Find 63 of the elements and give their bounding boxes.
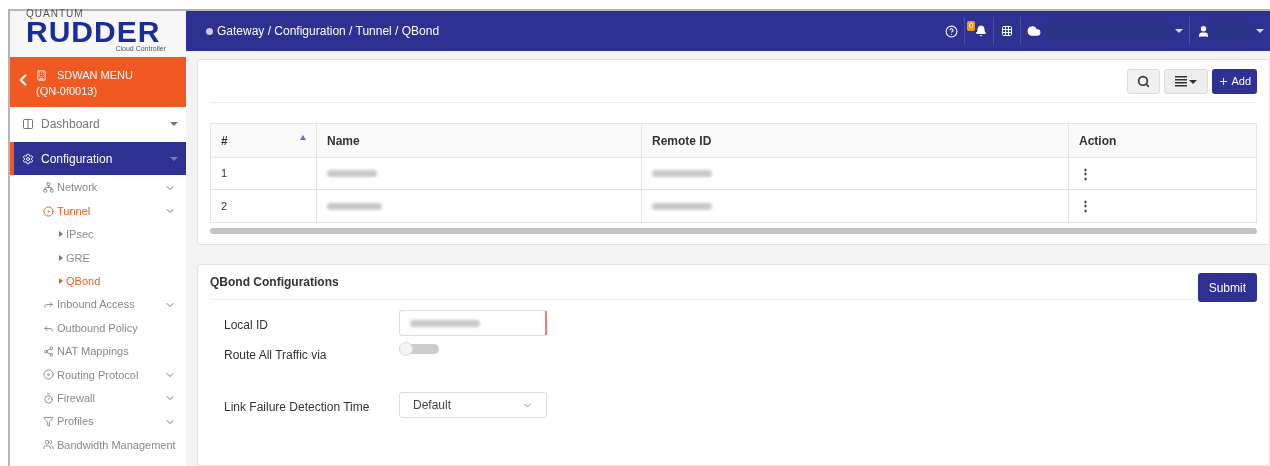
triangle-icon	[59, 254, 63, 261]
search-button[interactable]	[1127, 69, 1161, 94]
column-header[interactable]: Action	[1069, 124, 1256, 157]
submenu-item[interactable]: NAT Mappings	[10, 339, 186, 364]
device-id: (QN-0f0013)	[36, 84, 99, 99]
toggle-switch[interactable]	[399, 344, 439, 354]
table-cell: 1	[211, 158, 317, 189]
redacted-text	[327, 170, 377, 177]
caret-icon	[170, 122, 178, 126]
redacted-text	[410, 319, 480, 327]
submit-button[interactable]: Submit	[1197, 273, 1257, 302]
column-header[interactable]: #	[211, 124, 317, 157]
caret-icon	[170, 156, 178, 161]
more-options-button[interactable]: ⋮	[1079, 163, 1092, 184]
field-label: Route All Traffic via	[224, 347, 328, 364]
user-icon[interactable]	[1197, 24, 1210, 38]
help-icon[interactable]	[945, 24, 958, 38]
more-options-button[interactable]: ⋮	[1079, 196, 1092, 216]
redacted-text	[327, 202, 382, 210]
notification-badge: 0	[967, 21, 976, 31]
columns-menu-button[interactable]	[1164, 69, 1209, 94]
redacted-text	[652, 170, 712, 177]
submenu-item[interactable]: QBond	[10, 269, 186, 293]
search-icon	[1137, 75, 1151, 88]
dropdown[interactable]: Default	[399, 392, 547, 418]
submenu-item[interactable]: Tunnel	[10, 199, 186, 223]
section-title: QBond Configurations	[210, 274, 339, 291]
triangle-icon	[59, 231, 63, 238]
submenu-item[interactable]: Firewall	[10, 386, 186, 410]
caret-icon[interactable]	[1256, 29, 1264, 33]
menu-title: SDWAN MENU	[57, 68, 133, 83]
add-button[interactable]: Add	[1212, 69, 1257, 94]
breadcrumb: Gateway / Configuration / Tunnel / QBond	[217, 23, 440, 40]
notifications-button[interactable]: 0	[965, 21, 991, 41]
bell-icon	[975, 25, 987, 37]
submenu-item[interactable]: Outbound Policy	[10, 316, 186, 340]
caret-icon[interactable]	[1175, 29, 1183, 33]
column-header[interactable]: Remote ID	[642, 124, 1069, 157]
dashboard-icon	[22, 118, 34, 130]
device-menu-header[interactable]: SDWAN MENU (QN-0f0013)	[10, 57, 186, 107]
redacted-text	[652, 202, 712, 210]
submenu-item[interactable]: Profiles	[10, 409, 186, 434]
submenu-item[interactable]: IPsec	[10, 222, 186, 247]
submenu-item[interactable]: Inbound Access	[10, 292, 186, 317]
apps-icon[interactable]	[1001, 25, 1013, 37]
submenu-item[interactable]: Network	[10, 176, 186, 200]
triangle-icon	[59, 278, 63, 285]
local-id-field[interactable]	[399, 310, 547, 336]
list-icon	[1175, 76, 1188, 87]
field-label: Local ID	[224, 317, 270, 334]
field-label: Link Failure Detection Time	[224, 399, 371, 416]
plus-icon	[1218, 76, 1230, 87]
submenu-item[interactable]: Routing Protocol	[10, 363, 186, 387]
submenu-item[interactable]: GRE	[10, 246, 186, 270]
cloud-icon[interactable]	[1026, 24, 1042, 38]
sidebar-item[interactable]: Dashboard	[10, 110, 186, 138]
sort-icon	[300, 135, 306, 140]
gear-icon	[22, 152, 34, 165]
column-header[interactable]: Name	[317, 124, 642, 157]
building-icon	[36, 69, 47, 81]
table-cell: 2	[211, 190, 317, 222]
sidebar-item[interactable]: Configuration	[10, 142, 186, 175]
submenu-item[interactable]: Bandwidth Management	[10, 433, 186, 457]
